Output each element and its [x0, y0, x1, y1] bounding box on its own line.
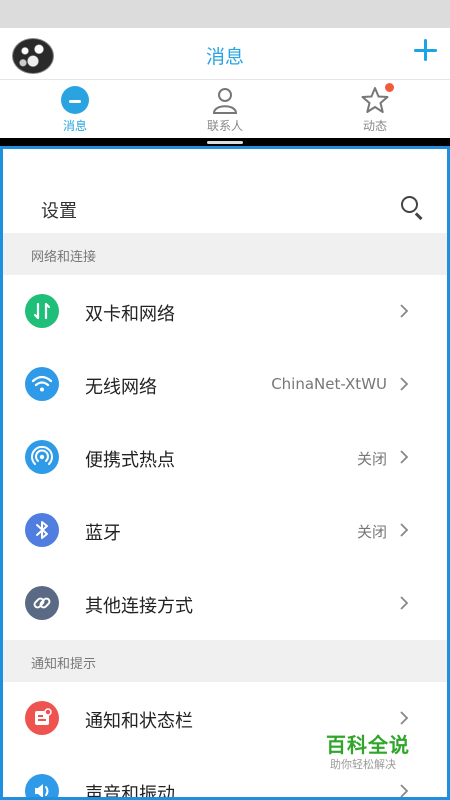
chevron-right-icon: [400, 596, 409, 610]
settings-item-bluetooth[interactable]: 蓝牙 关闭: [3, 494, 447, 567]
settings-item-label: 双卡和网络: [85, 304, 175, 325]
app-tab-bar: 消息 联系人 动态: [0, 80, 450, 138]
chevron-right-icon: [400, 377, 409, 391]
tab-label: 联系人: [206, 119, 243, 133]
section-header-notifications: 通知和提示: [3, 640, 447, 682]
settings-item-hotspot[interactable]: 便携式热点 关闭: [3, 421, 447, 494]
tab-messages[interactable]: 消息: [0, 80, 150, 138]
section-header-label: 网络和连接: [31, 250, 97, 265]
tab-label: 动态: [362, 119, 387, 133]
star-icon: [361, 86, 389, 114]
watermark-subtitle: 助你轻松解决: [330, 758, 396, 771]
drag-handle[interactable]: [207, 141, 243, 144]
settings-item-other-connections[interactable]: 其他连接方式: [3, 567, 447, 640]
contacts-person-icon: [211, 86, 239, 114]
settings-item-label: 通知和状态栏: [85, 711, 193, 732]
bluetooth-icon: [25, 513, 59, 547]
settings-item-value: 关闭: [356, 450, 387, 468]
chevron-right-icon: [400, 523, 409, 537]
settings-title: 设置: [41, 201, 77, 222]
wifi-icon: [25, 367, 59, 401]
app-header: 消息: [0, 28, 450, 80]
settings-item-value: 关闭: [356, 523, 387, 541]
settings-item-label: 蓝牙: [85, 523, 121, 544]
tab-label: 消息: [62, 119, 87, 133]
settings-item-label: 无线网络: [85, 377, 157, 398]
tab-contacts[interactable]: 联系人: [150, 80, 300, 138]
chevron-right-icon: [400, 304, 409, 318]
section-header-label: 通知和提示: [31, 657, 97, 672]
notification-dot: [385, 83, 394, 92]
hotspot-icon: [25, 440, 59, 474]
add-button[interactable]: [412, 36, 438, 66]
chevron-right-icon: [400, 450, 409, 464]
search-icon[interactable]: [399, 194, 425, 220]
section-header-network: 网络和连接: [3, 233, 447, 275]
watermark-title: 百科全说: [326, 733, 410, 757]
page-title: 消息: [205, 46, 244, 68]
settings-item-dual-sim[interactable]: 双卡和网络: [3, 275, 447, 348]
settings-item-label: 声音和振动: [85, 784, 175, 800]
status-bar: [0, 0, 450, 28]
tab-feed[interactable]: 动态: [300, 80, 450, 138]
settings-item-label: 便携式热点: [85, 450, 175, 471]
watermark-logo: 百科全说 助你轻松解决: [316, 724, 436, 784]
settings-item-wifi[interactable]: 无线网络 ChinaNet-XtWU: [3, 348, 447, 421]
chevron-right-icon: [400, 784, 409, 797]
settings-panel: 设置 网络和连接 双卡和网络 无线网络 ChinaNet-XtWU 便携式热点 …: [0, 146, 450, 800]
settings-item-label: 其他连接方式: [85, 596, 193, 617]
sound-icon: [25, 774, 59, 797]
settings-header: 设置: [3, 149, 447, 233]
notification-icon: [25, 701, 59, 735]
link-icon: [25, 586, 59, 620]
settings-item-value: ChinaNet-XtWU: [271, 375, 387, 393]
message-bubble-icon: [61, 86, 89, 114]
dual-sim-icon: [25, 294, 59, 328]
